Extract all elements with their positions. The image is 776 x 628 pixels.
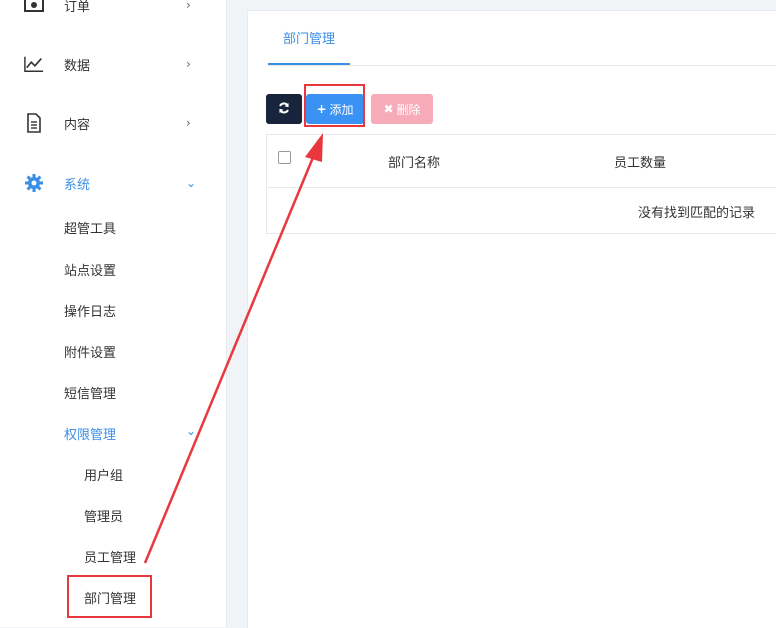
delete-button[interactable]: ✖ 删除 xyxy=(371,94,433,124)
column-header-department-name: 部门名称 xyxy=(388,156,441,171)
sidebar-item-label: 数据 xyxy=(64,58,91,74)
main-panel: 部门管理 + 添加 ✖ 删除 部门名称 员工数量 没有找到匹配的记录 xyxy=(247,10,776,628)
department-table: 部门名称 员工数量 没有找到匹配的记录 xyxy=(266,134,776,234)
refresh-button[interactable] xyxy=(266,94,302,124)
sidebar-item-label: 系统 xyxy=(64,177,91,193)
sidebar-sub-admins[interactable]: 管理员 xyxy=(84,500,123,530)
sidebar: 订单 › 数据 › 内容 › 系统 ⌄ 超管工具 站点设置 操作日志 附件设置 … xyxy=(0,0,227,627)
sidebar-item-orders[interactable]: 订单 › xyxy=(0,0,226,25)
sidebar-sub-user-group[interactable]: 用户组 xyxy=(84,459,123,489)
sidebar-sub-super-tools[interactable]: 超管工具 xyxy=(64,212,116,242)
sidebar-item-label: 订单 xyxy=(64,0,91,15)
sidebar-item-data[interactable]: 数据 › xyxy=(0,44,226,84)
chevron-right-icon: › xyxy=(186,116,191,130)
add-button[interactable]: + 添加 xyxy=(306,94,364,124)
tab-bar: 部门管理 xyxy=(268,11,776,66)
table-header: 部门名称 员工数量 xyxy=(267,135,776,188)
sidebar-sub-site-settings[interactable]: 站点设置 xyxy=(64,254,116,284)
gear-icon xyxy=(24,173,44,193)
sidebar-item-system[interactable]: 系统 ⌄ xyxy=(0,163,226,203)
money-icon xyxy=(24,0,44,15)
sidebar-sub-attachment-settings[interactable]: 附件设置 xyxy=(64,336,116,366)
close-icon: ✖ xyxy=(383,102,394,116)
select-all-checkbox[interactable] xyxy=(278,151,291,164)
delete-button-label: 删除 xyxy=(396,102,421,117)
sidebar-sub-operation-log[interactable]: 操作日志 xyxy=(64,295,116,325)
chevron-right-icon: › xyxy=(186,57,191,71)
refresh-icon xyxy=(278,102,290,117)
sidebar-sub-sms-management[interactable]: 短信管理 xyxy=(64,377,116,407)
sidebar-item-label: 内容 xyxy=(64,117,91,133)
sidebar-sub-department-management[interactable]: 部门管理 xyxy=(84,582,136,612)
chevron-right-icon: › xyxy=(186,0,191,12)
sidebar-item-content[interactable]: 内容 › xyxy=(0,103,226,143)
plus-icon: + xyxy=(316,102,327,116)
chevron-down-icon: ⌄ xyxy=(186,176,197,190)
sidebar-sub-employee-management[interactable]: 员工管理 xyxy=(84,541,136,571)
empty-message: 没有找到匹配的记录 xyxy=(638,206,756,221)
document-icon xyxy=(24,113,44,133)
chevron-down-icon: ⌄ xyxy=(186,424,197,438)
tab-department-management[interactable]: 部门管理 xyxy=(268,11,350,65)
sidebar-sub-permission-management[interactable]: 权限管理 xyxy=(64,418,116,448)
line-chart-icon xyxy=(24,54,44,74)
add-button-label: 添加 xyxy=(329,102,354,117)
column-header-employee-count: 员工数量 xyxy=(614,156,667,171)
